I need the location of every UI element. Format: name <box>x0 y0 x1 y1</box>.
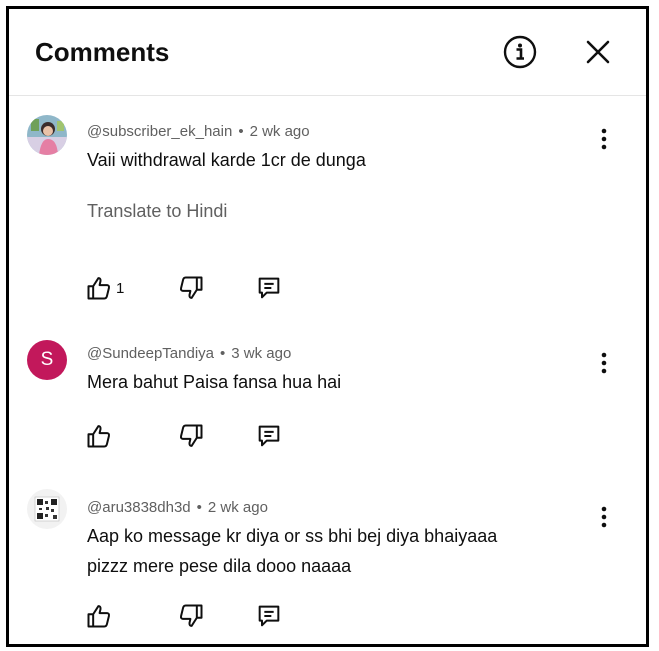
more-options-icon[interactable] <box>594 349 614 377</box>
thumbs-down-icon <box>177 274 205 302</box>
dislike-button[interactable] <box>177 601 205 631</box>
comment-meta: @subscriber_ek_hain • 2 wk ago <box>87 123 310 140</box>
meta-separator: • <box>238 123 244 140</box>
like-button[interactable] <box>85 421 113 451</box>
comments-panel: Comments @subscriber_ek_hain • 2 wk ago … <box>6 6 649 647</box>
comment-time[interactable]: 2 wk ago <box>250 123 310 140</box>
avatar[interactable]: S <box>27 340 67 380</box>
reply-icon <box>255 602 283 630</box>
comment-time[interactable]: 3 wk ago <box>231 345 291 362</box>
comment-meta: @SundeepTandiya • 3 wk ago <box>87 345 291 362</box>
dislike-button[interactable] <box>177 421 205 451</box>
close-icon[interactable] <box>583 37 613 67</box>
comment-text: Vaii withdrawal karde 1cr de dunga <box>87 150 366 170</box>
comment-text: Mera bahut Paisa fansa hua hai <box>87 372 342 392</box>
comment-actions: 1 <box>85 273 325 303</box>
thumbs-down-icon <box>177 602 205 630</box>
reply-icon <box>255 422 283 450</box>
comment-author[interactable]: @SundeepTandiya <box>87 345 214 362</box>
avatar[interactable] <box>27 115 67 155</box>
info-icon[interactable] <box>503 35 537 69</box>
comment-actions <box>85 421 325 451</box>
like-count: 1 <box>116 279 125 297</box>
more-options-icon[interactable] <box>594 503 614 531</box>
thumbs-down-icon <box>177 422 205 450</box>
reply-icon <box>255 274 283 302</box>
comment-item: @subscriber_ek_hain • 2 wk ago Vaii withdr… <box>9 109 646 309</box>
like-button[interactable] <box>85 601 113 631</box>
comments-header: Comments <box>9 9 646 96</box>
avatar[interactable] <box>27 489 67 529</box>
comment-item: S @SundeepTandiya • 3 wk ago Mera bahut Pa… <box>9 335 646 465</box>
meta-separator: • <box>196 499 202 516</box>
comment-author[interactable]: @aru3838dh3d <box>87 499 191 516</box>
like-button[interactable]: 1 <box>85 273 124 303</box>
dislike-button[interactable] <box>177 273 205 303</box>
translate-link[interactable]: Translate to Hindi <box>87 201 227 222</box>
panel-title: Comments <box>35 37 170 67</box>
reply-button[interactable] <box>255 273 283 303</box>
comment-item: @aru3838dh3d • 2 wk ago Aap ko message kr … <box>9 483 646 643</box>
more-options-icon[interactable] <box>594 125 614 153</box>
comment-actions <box>85 601 325 631</box>
comment-text-line-2: pizzz mere pese dila dooo naaaa <box>87 556 352 576</box>
meta-separator: • <box>220 345 226 362</box>
reply-button[interactable] <box>255 421 283 451</box>
thumbs-up-icon <box>85 422 113 450</box>
comment-author[interactable]: @subscriber_ek_hain <box>87 123 232 140</box>
reply-button[interactable] <box>255 601 283 631</box>
comment-text-line-1: Aap ko message kr diya or ss bhi bej diy… <box>87 526 498 546</box>
comment-time[interactable]: 2 wk ago <box>208 499 268 516</box>
comment-meta: @aru3838dh3d • 2 wk ago <box>87 499 268 516</box>
thumbs-up-icon <box>85 274 113 302</box>
thumbs-up-icon <box>85 602 113 630</box>
